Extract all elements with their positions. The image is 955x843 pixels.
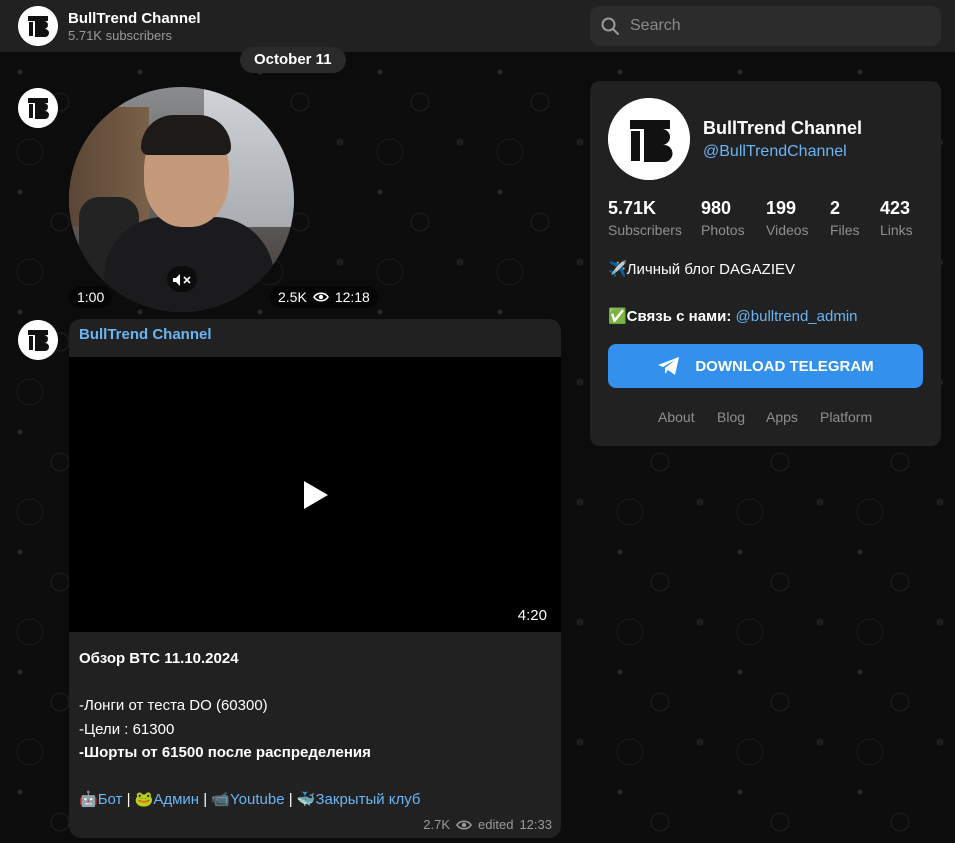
muted-icon[interactable] <box>167 266 197 292</box>
post-line: -Лонги от теста DO (60300) <box>79 697 268 714</box>
download-telegram-button[interactable]: DOWNLOAD TELEGRAM <box>608 344 923 388</box>
channel-avatar[interactable] <box>18 6 58 46</box>
nav-platform[interactable]: Platform <box>820 409 872 425</box>
stat-photos[interactable]: 980 Photos <box>701 198 745 238</box>
stat-label: Subscribers <box>608 222 682 238</box>
post-video[interactable]: 4:20 <box>69 357 561 632</box>
stat-label: Files <box>830 222 860 238</box>
video-camera-icon: 📹 <box>211 790 231 808</box>
bulltrend-logo-icon <box>608 98 690 180</box>
nav-about[interactable]: About <box>658 409 695 425</box>
stat-links[interactable]: 423 Links <box>880 198 913 238</box>
speaker-muted-icon <box>173 273 191 286</box>
whale-icon: 🐳 <box>296 790 316 808</box>
telegram-plane-icon <box>658 357 680 375</box>
view-count: 2.7K <box>423 817 451 832</box>
channel-stats: 5.71K Subscribers 980 Photos 199 Videos … <box>608 198 928 242</box>
link-admin[interactable]: Админ <box>153 791 199 808</box>
video-frame-hair <box>141 115 231 155</box>
message-time: 12:18 <box>334 289 370 305</box>
channel-contact: ✅Связь с нами: @bulltrend_admin <box>608 307 858 325</box>
download-label: DOWNLOAD TELEGRAM <box>695 357 874 375</box>
admin-link[interactable]: @bulltrend_admin <box>736 308 858 325</box>
stat-label: Videos <box>766 222 809 238</box>
round-video-meta: 2.5K 12:18 <box>270 286 378 308</box>
stat-value: 2 <box>830 198 841 218</box>
bulltrend-logo-icon <box>18 6 58 46</box>
eye-icon <box>456 819 472 830</box>
stat-value: 199 <box>766 198 797 218</box>
post-meta: 2.7K edited 12:33 <box>423 817 552 832</box>
post-author[interactable]: BullTrend Channel <box>79 326 212 343</box>
link-closed-club[interactable]: Закрытый клуб <box>315 791 420 808</box>
contact-label: ✅Связь с нами: <box>608 308 732 325</box>
channel-bio: ✈️Личный блог DAGAZIEV <box>608 261 795 278</box>
post-links: 🤖Бот | 🐸Админ | 📹Youtube | 🐳Закрытый клу… <box>79 788 549 812</box>
stat-label: Photos <box>701 222 745 238</box>
stat-value: 980 <box>701 198 732 218</box>
frog-icon: 🐸 <box>134 790 154 808</box>
card-avatar[interactable] <box>608 98 690 180</box>
post-line: -Шорты от 61500 после распределения <box>79 744 371 761</box>
stat-value: 423 <box>880 198 911 218</box>
stat-subscribers[interactable]: 5.71K Subscribers <box>608 198 682 238</box>
stat-value: 5.71K <box>608 198 657 218</box>
subscriber-count: 5.71K subscribers <box>68 28 173 43</box>
nav-blog[interactable]: Blog <box>717 409 745 425</box>
card-footer-nav: About Blog Apps Platform <box>590 409 941 429</box>
nav-apps[interactable]: Apps <box>766 409 798 425</box>
link-separator: | <box>288 791 293 808</box>
round-video-duration: 1:00 <box>69 286 113 308</box>
robot-icon: 🤖 <box>79 790 98 808</box>
search-icon <box>601 17 619 35</box>
search-input[interactable] <box>630 6 930 46</box>
post-text: Обзор BTC 11.10.2024 -Лонги от теста DO … <box>79 647 549 812</box>
link-youtube[interactable]: Youtube <box>230 791 285 808</box>
message-avatar[interactable] <box>18 320 58 360</box>
play-icon[interactable] <box>301 479 331 511</box>
video-frame-person <box>104 217 274 312</box>
top-bar: BullTrend Channel 5.71K subscribers <box>0 0 955 52</box>
link-bot[interactable]: Бот <box>98 791 123 808</box>
date-separator: October 11 <box>240 47 346 73</box>
stat-videos[interactable]: 199 Videos <box>766 198 809 238</box>
bulltrend-logo-icon <box>18 320 58 360</box>
post-heading: Обзор BTC 11.10.2024 <box>79 650 239 667</box>
bulltrend-logo-icon <box>18 88 58 128</box>
channel-info-card: BullTrend Channel @BullTrendChannel 5.71… <box>590 81 941 446</box>
stat-label: Links <box>880 222 913 238</box>
eye-icon <box>312 292 329 302</box>
stat-files[interactable]: 2 Files <box>830 198 860 238</box>
edited-label: edited <box>478 817 514 832</box>
search-box[interactable] <box>590 6 941 46</box>
link-separator: | <box>203 791 208 808</box>
channel-title[interactable]: BullTrend Channel <box>68 10 201 27</box>
view-count: 2.5K <box>278 289 307 305</box>
video-duration: 4:20 <box>517 607 547 624</box>
post-message: BullTrend Channel 4:20 Обзор BTC 11.10.2… <box>69 319 561 838</box>
message-avatar[interactable] <box>18 88 58 128</box>
link-separator: | <box>126 791 131 808</box>
card-channel-title: BullTrend Channel <box>703 118 863 138</box>
post-line: -Цели : 61300 <box>79 720 175 738</box>
card-channel-handle[interactable]: @BullTrendChannel <box>703 143 847 161</box>
message-time: 12:33 <box>519 817 552 832</box>
